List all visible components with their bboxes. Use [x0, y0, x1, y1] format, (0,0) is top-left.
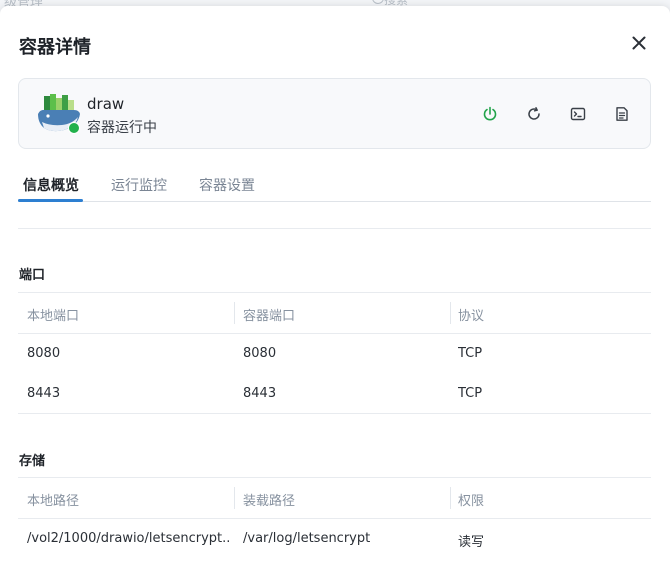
container-detail-dialog: 容器详情 draw 容器运行中 信息概览 运行监控 容器设置 端口 本地端口 容… [0, 6, 670, 566]
log-button[interactable] [611, 103, 633, 125]
log-icon [616, 107, 628, 121]
storage-header-bottom-border [18, 518, 651, 519]
tab-settings[interactable]: 容器设置 [199, 175, 255, 195]
terminal-icon [570, 107, 586, 121]
section-divider [18, 228, 651, 229]
column-separator [234, 302, 235, 324]
search-icon [372, 0, 384, 4]
ports-header-bottom-border [18, 333, 651, 334]
column-separator [450, 487, 451, 509]
detail-tabs: 信息概览 运行监控 容器设置 [18, 166, 651, 202]
port-protocol-cell: TCP [458, 386, 483, 401]
container-name: draw [87, 95, 125, 113]
port-container-cell: 8080 [243, 346, 277, 361]
storage-header-top-border [18, 477, 651, 478]
container-status: 容器运行中 [87, 120, 157, 136]
active-tab-indicator [18, 199, 83, 202]
port-protocol-cell: TCP [458, 346, 483, 361]
restart-icon [528, 107, 540, 120]
storage-header-mount-path: 装载路径 [243, 494, 296, 509]
power-icon [483, 106, 497, 121]
ports-header-local: 本地端口 [27, 309, 80, 324]
ports-header-top-border [18, 292, 651, 293]
container-summary-card: draw 容器运行中 [18, 78, 651, 149]
storage-mount-path-cell: /var/log/letsencrypt [243, 531, 371, 546]
tab-monitoring[interactable]: 运行监控 [111, 175, 167, 195]
ports-header-container: 容器端口 [243, 309, 296, 324]
port-local-cell: 8443 [27, 386, 61, 401]
dialog-title: 容器详情 [19, 37, 91, 58]
storage-permission-cell: 读写 [458, 535, 485, 550]
storage-section-title: 存储 [19, 454, 46, 469]
tab-overview[interactable]: 信息概览 [23, 175, 79, 195]
port-container-cell: 8443 [243, 386, 277, 401]
storage-header-local-path: 本地路径 [27, 494, 80, 509]
storage-header-permission: 权限 [458, 494, 485, 509]
ports-table-bottom-border [18, 413, 651, 414]
column-separator [234, 487, 235, 509]
ports-section-title: 端口 [19, 268, 46, 283]
terminal-button[interactable] [567, 103, 589, 125]
power-button[interactable] [479, 103, 501, 125]
running-status-dot [68, 122, 80, 134]
restart-button[interactable] [523, 103, 545, 125]
column-separator [450, 302, 451, 324]
port-local-cell: 8080 [27, 346, 61, 361]
close-icon[interactable] [630, 34, 648, 52]
ports-header-protocol: 协议 [458, 309, 485, 324]
storage-local-path-cell: /vol2/1000/drawio/letsencrypt... [27, 531, 231, 546]
